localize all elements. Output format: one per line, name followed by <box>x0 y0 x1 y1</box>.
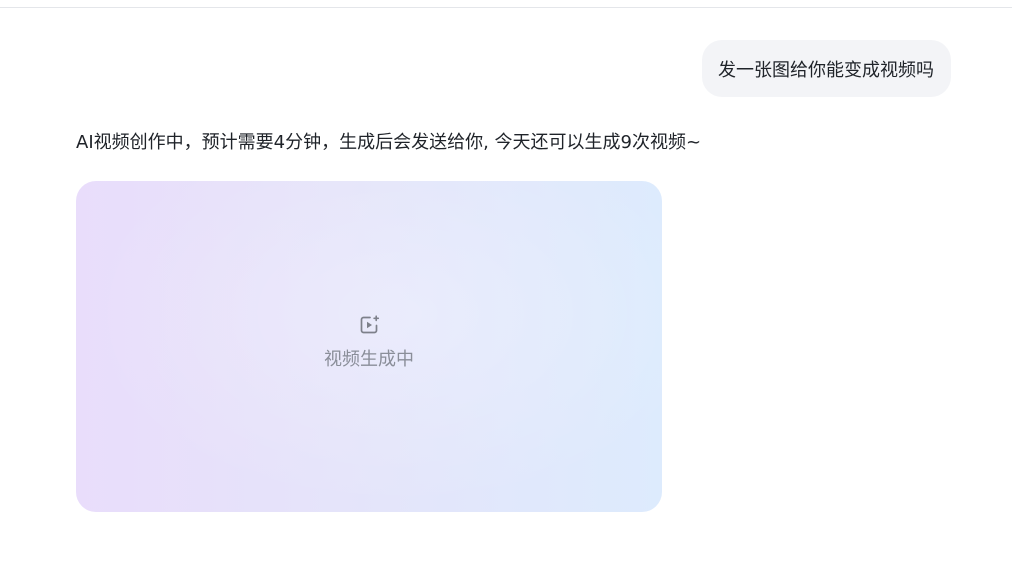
video-status: 视频生成中 <box>76 313 662 371</box>
top-divider <box>0 7 1012 8</box>
video-generation-card[interactable]: 视频生成中 <box>76 181 662 512</box>
video-status-label: 视频生成中 <box>324 349 414 370</box>
user-message-bubble: 发一张图给你能变成视频吗 <box>702 40 951 97</box>
user-message-text: 发一张图给你能变成视频吗 <box>718 59 934 81</box>
assistant-message-text: AI视频创作中，预计需要4分钟，生成后会发送给你, 今天还可以生成9次视频~ <box>76 132 702 153</box>
chat-page: 发一张图给你能变成视频吗 AI视频创作中，预计需要4分钟，生成后会发送给你, 今… <box>0 0 1012 586</box>
video-sparkle-icon <box>360 315 380 334</box>
